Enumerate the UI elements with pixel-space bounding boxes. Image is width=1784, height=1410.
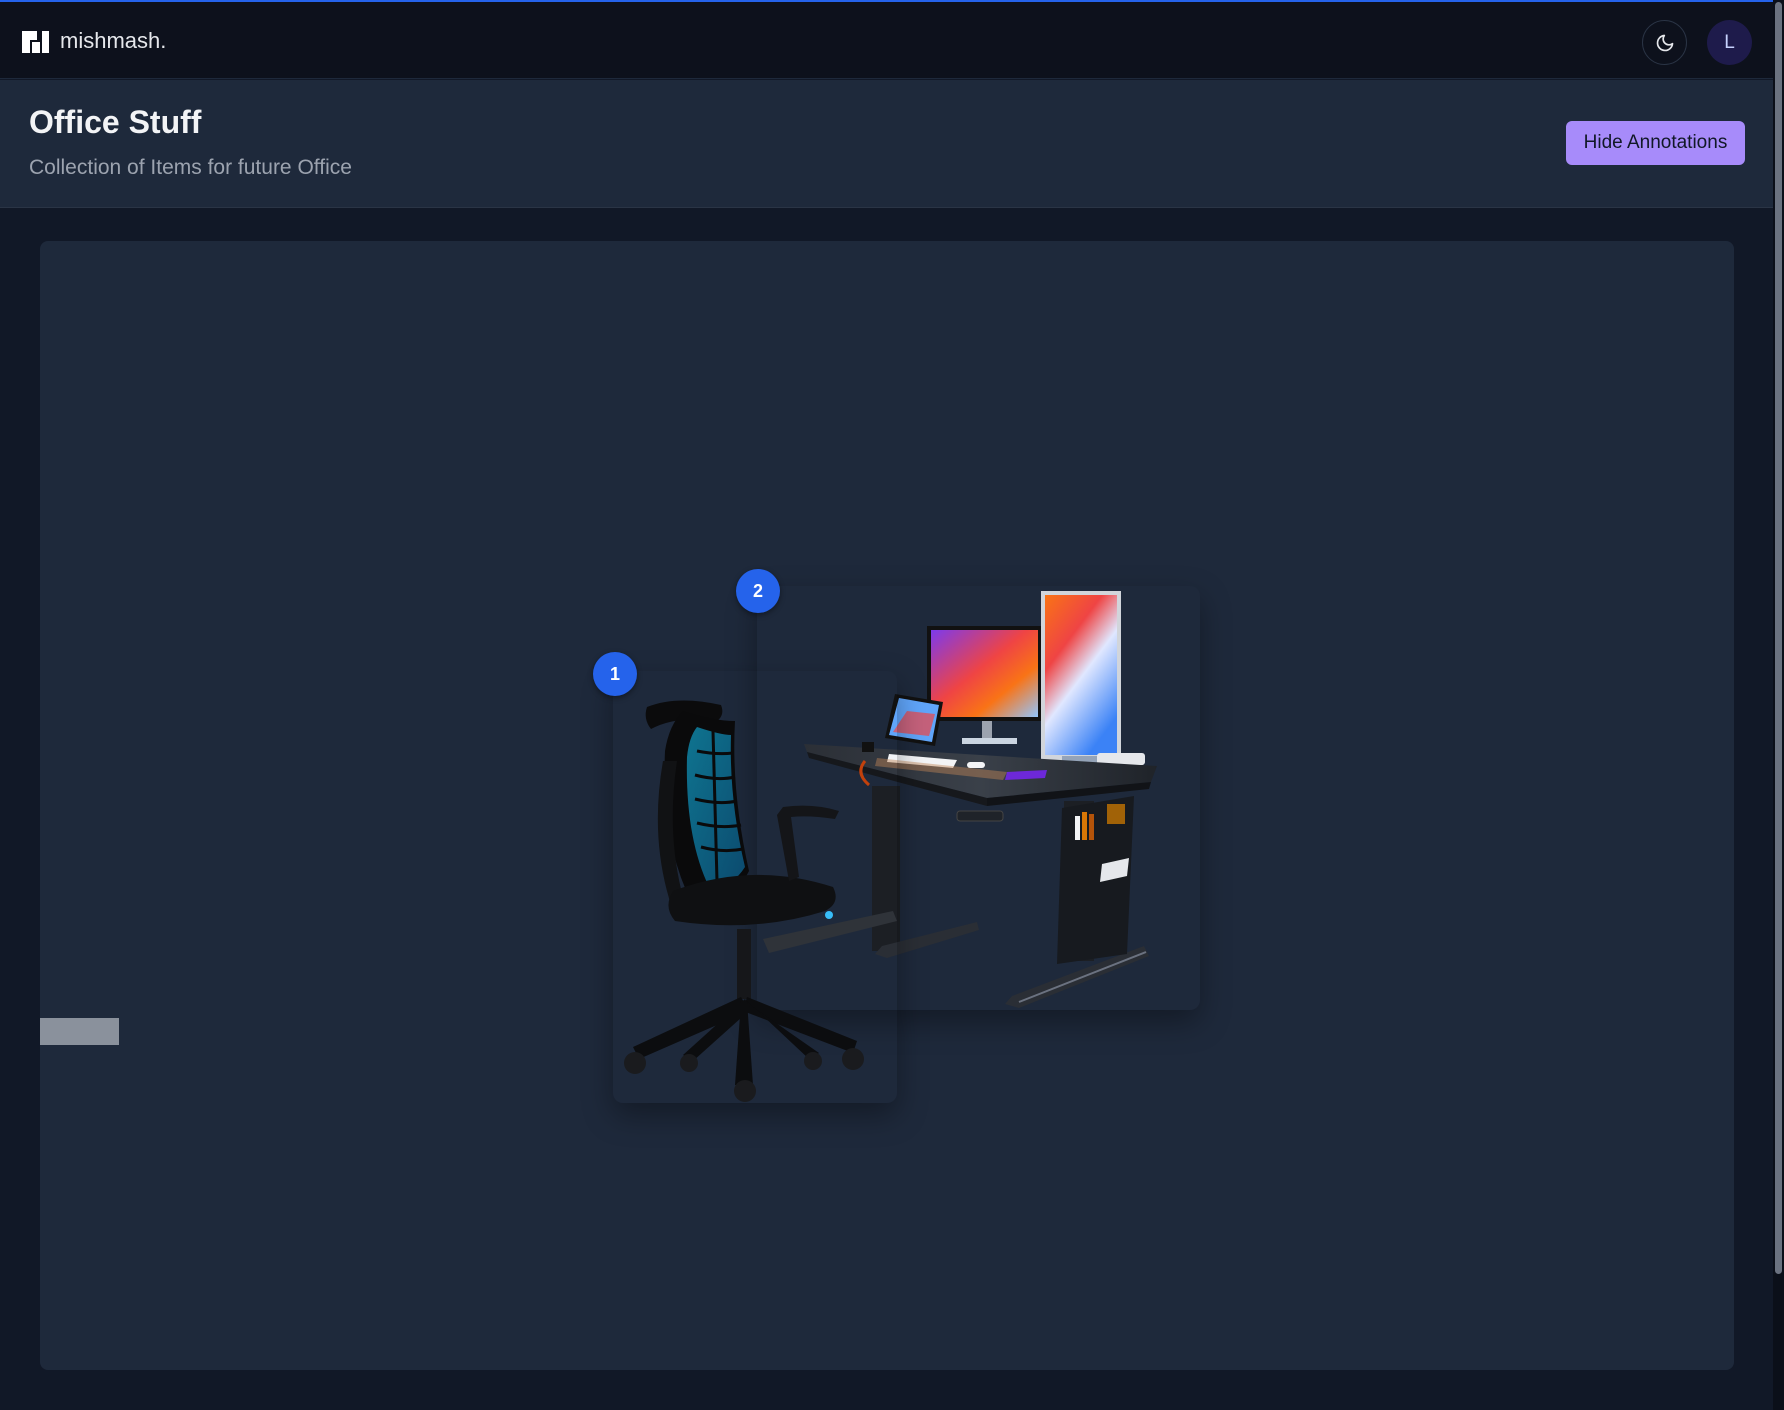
office-chair-image	[624, 700, 897, 1102]
hide-annotations-button[interactable]: Hide Annotations	[1566, 121, 1745, 165]
logo-icon[interactable]	[22, 31, 49, 53]
collection-canvas[interactable]: 1 2	[40, 241, 1734, 1370]
theme-toggle-button[interactable]	[1642, 20, 1687, 65]
annotation-marker-1[interactable]: 1	[593, 652, 637, 696]
navbar: mishmash. L	[0, 2, 1773, 79]
page-title: Office Stuff	[29, 104, 202, 140]
annotation-marker-2[interactable]: 2	[736, 569, 780, 613]
chair-item-card[interactable]	[613, 671, 897, 1103]
app-name[interactable]: mishmash.	[60, 28, 166, 54]
placeholder-tag	[40, 1018, 119, 1045]
scrollbar-thumb[interactable]	[1775, 2, 1782, 1274]
page-header: Office Stuff Collection of Items for fut…	[0, 80, 1773, 208]
page-subtitle: Collection of Items for future Office	[29, 156, 352, 179]
user-avatar[interactable]: L	[1707, 20, 1752, 65]
moon-icon	[1656, 34, 1673, 51]
